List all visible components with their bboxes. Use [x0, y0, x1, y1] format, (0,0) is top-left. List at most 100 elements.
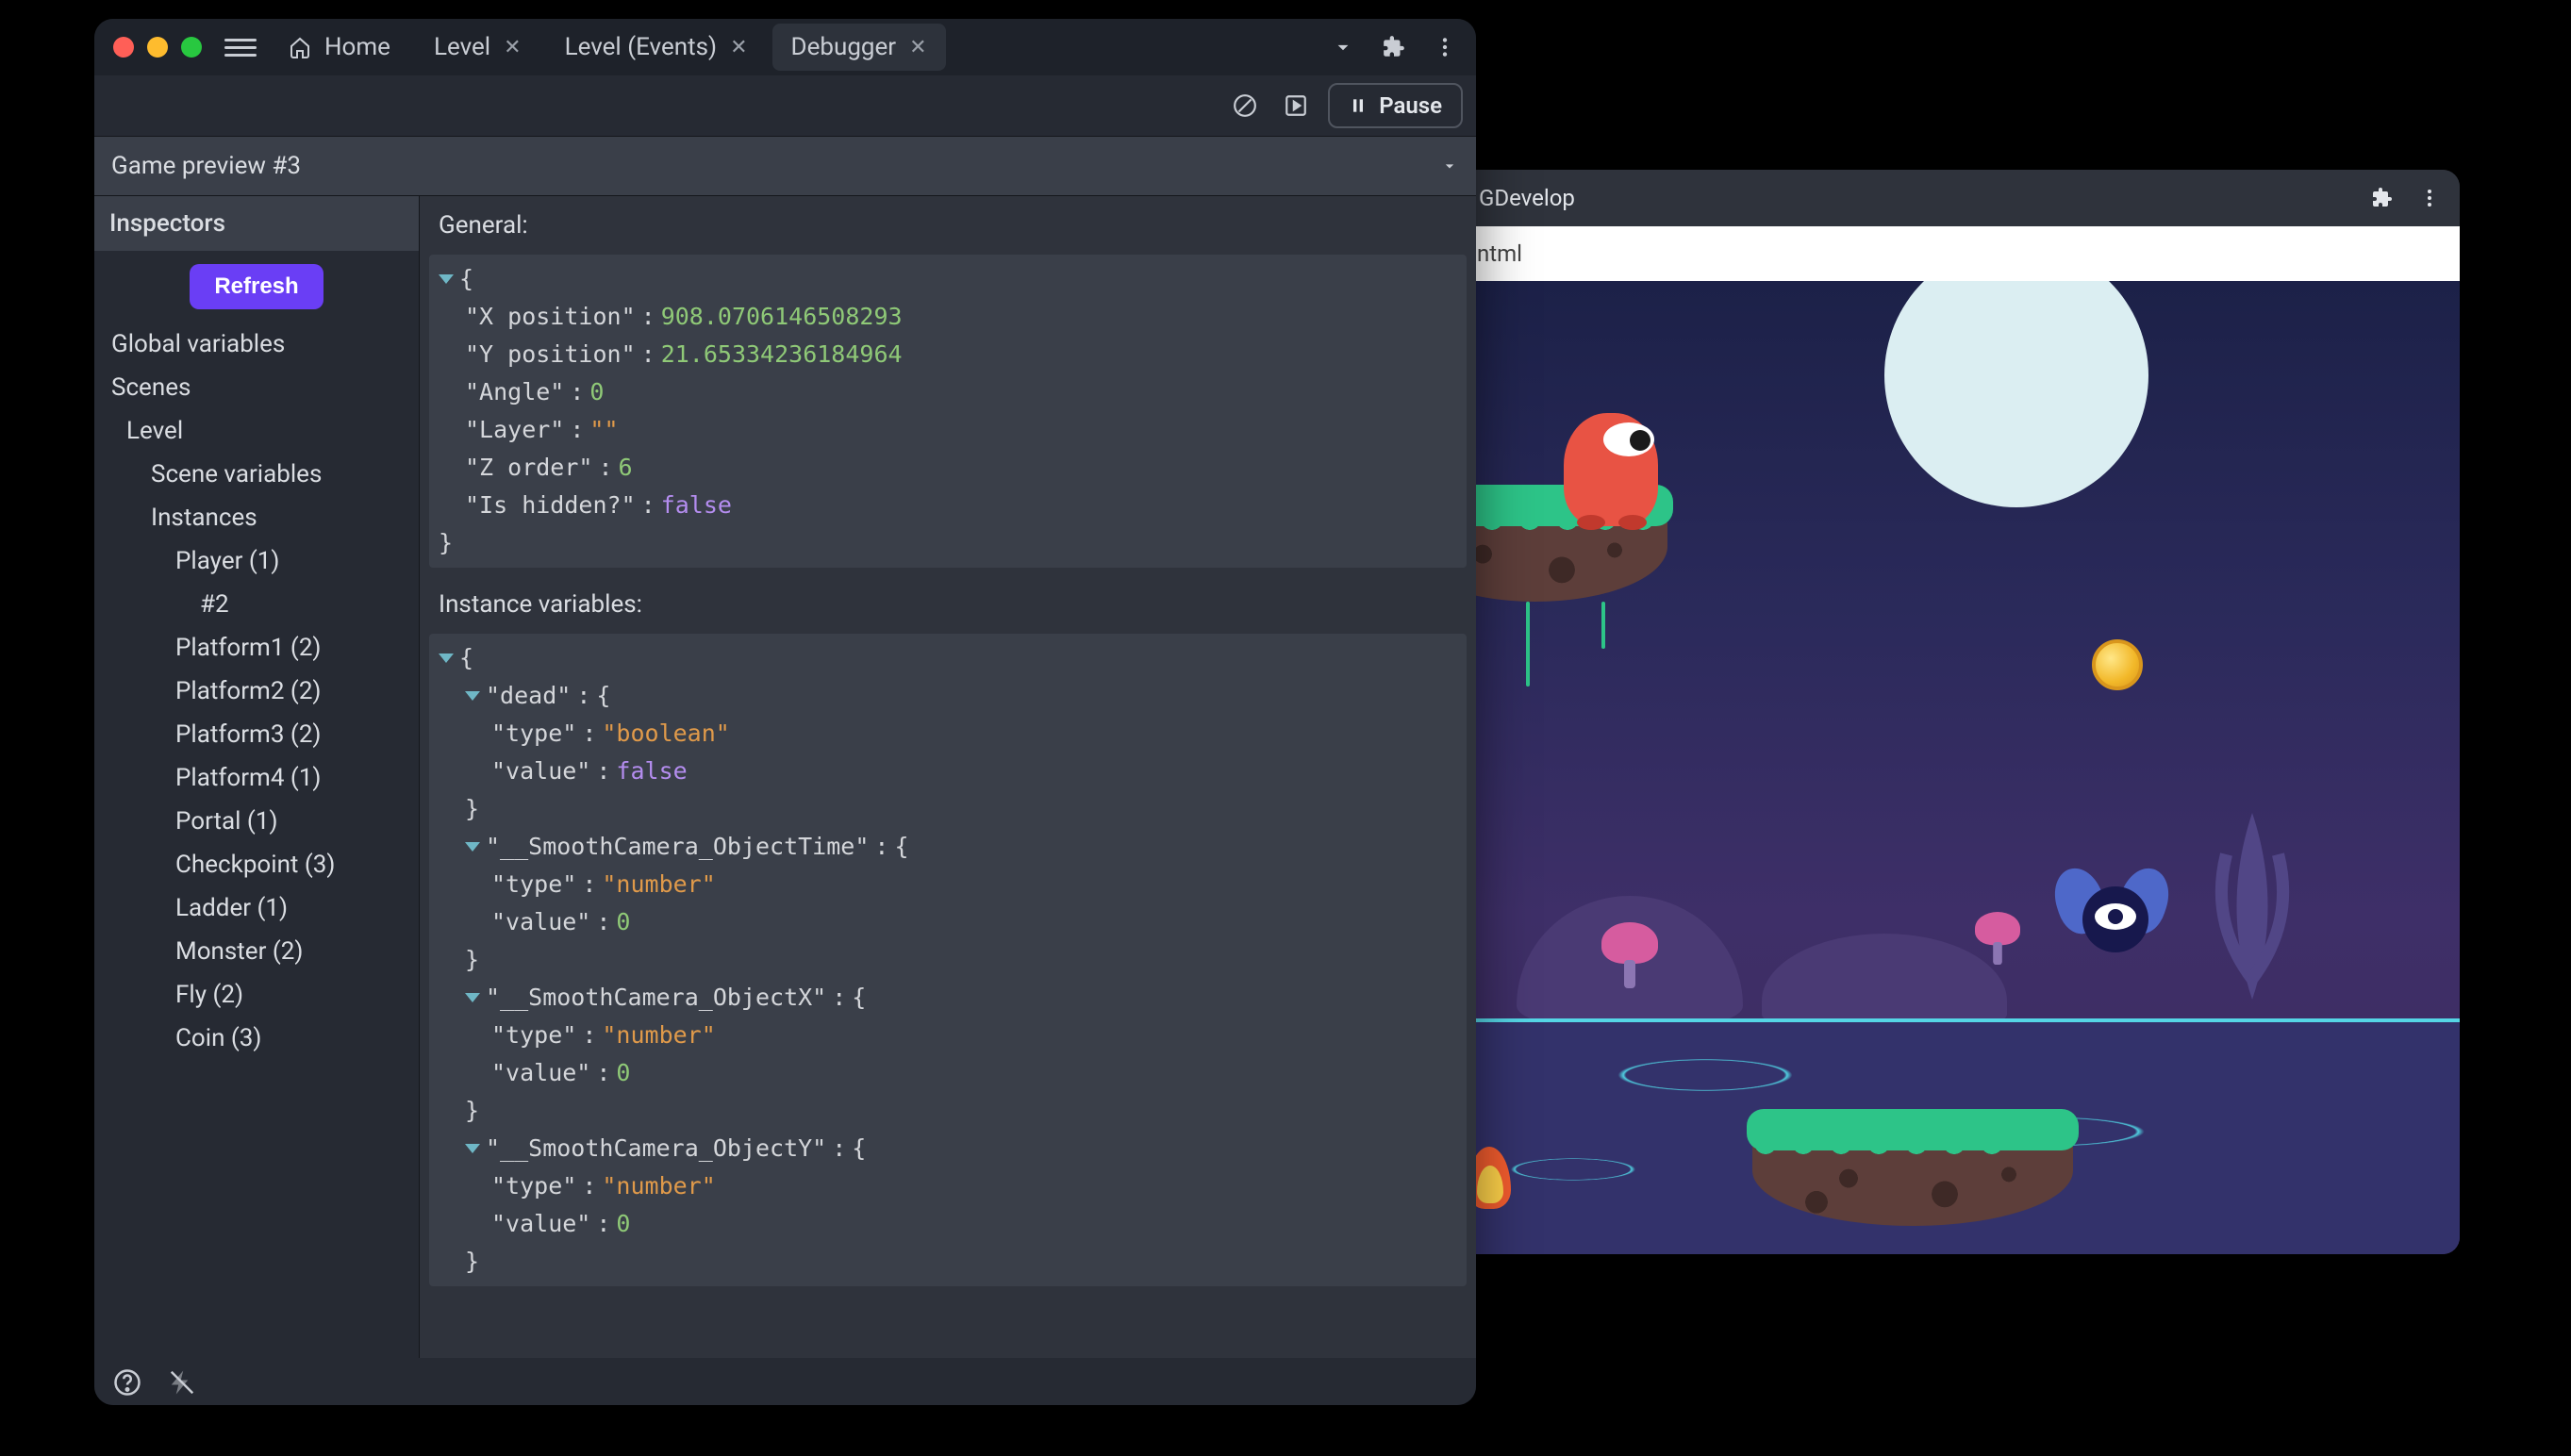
close-icon[interactable]: ✕	[730, 36, 747, 59]
json-key: "value"	[491, 903, 590, 941]
game-canvas[interactable]	[1460, 281, 2460, 1254]
tree-item[interactable]: Platform1 (2)	[100, 626, 413, 670]
caret-icon[interactable]	[465, 691, 480, 701]
json-key: "Z order"	[465, 449, 592, 487]
json-key: "__SmoothCamera_ObjectTime"	[486, 828, 869, 866]
url-bar[interactable]: ntml	[1460, 226, 2460, 281]
json-value[interactable]: ""	[589, 411, 618, 449]
json-value[interactable]: false	[661, 487, 732, 524]
tree-item[interactable]: Fly (2)	[100, 973, 413, 1017]
minimize-window-button[interactable]	[147, 37, 168, 58]
caret-icon[interactable]	[465, 842, 480, 852]
json-key: "value"	[491, 1054, 590, 1092]
step-button[interactable]	[1277, 87, 1315, 124]
tab-level-events[interactable]: Level (Events) ✕	[546, 24, 767, 71]
tab-debugger[interactable]: Debugger ✕	[772, 24, 946, 71]
tree-item[interactable]: Platform4 (1)	[100, 756, 413, 800]
close-window-button[interactable]	[113, 37, 134, 58]
json-key: "value"	[491, 753, 590, 790]
tab-level-events-label: Level (Events)	[565, 33, 718, 61]
fly-enemy-graphic	[2064, 877, 2167, 962]
tree-item[interactable]: Portal (1)	[100, 800, 413, 843]
json-value[interactable]: false	[616, 753, 687, 790]
plant-graphic	[2196, 792, 2309, 1000]
status-bar	[94, 1358, 1476, 1405]
tree-item[interactable]: Coin (3)	[100, 1017, 413, 1060]
play-frame-icon	[1284, 93, 1308, 118]
tree-item[interactable]: Monster (2)	[100, 930, 413, 973]
tree-global-variables[interactable]: Global variables	[100, 323, 413, 366]
json-value[interactable]: "number"	[602, 1167, 715, 1205]
general-label: General:	[420, 196, 1476, 255]
inspector-main: General: { "X position":908.070614650829…	[420, 196, 1476, 1358]
tree-scene-variables[interactable]: Scene variables	[100, 453, 413, 496]
flash-off-icon[interactable]	[168, 1368, 196, 1397]
json-value[interactable]: "boolean"	[602, 715, 729, 753]
json-value[interactable]: 0	[616, 1054, 630, 1092]
preview-selector[interactable]: Game preview #3	[94, 137, 1476, 196]
mushroom-graphic	[1975, 912, 2020, 965]
stop-button[interactable]	[1226, 87, 1264, 124]
tab-home[interactable]: Home	[270, 24, 409, 71]
moon-graphic	[1884, 281, 2148, 507]
pause-button[interactable]: Pause	[1328, 83, 1463, 128]
mountain-graphic	[1762, 934, 2007, 1028]
game-preview-window: GDevelop ntml	[1460, 170, 2460, 1254]
instance-vars-label: Instance variables:	[420, 575, 1476, 634]
tree-item[interactable]: Platform2 (2)	[100, 670, 413, 713]
json-key: "Angle"	[465, 373, 564, 411]
json-key: "value"	[491, 1205, 590, 1243]
extension-icon[interactable]	[1382, 35, 1406, 59]
home-icon	[289, 36, 311, 58]
general-block: { "X position":908.0706146508293 "Y posi…	[429, 255, 1467, 568]
tab-level[interactable]: Level ✕	[415, 24, 540, 71]
refresh-button[interactable]: Refresh	[190, 264, 323, 309]
close-icon[interactable]: ✕	[504, 36, 521, 59]
caret-icon[interactable]	[465, 1144, 480, 1153]
json-value[interactable]: 908.0706146508293	[661, 298, 903, 336]
tree-item[interactable]: Player (1)	[100, 539, 413, 583]
chevron-down-icon	[1440, 157, 1459, 175]
preview-selector-label: Game preview #3	[111, 152, 301, 180]
caret-icon[interactable]	[439, 654, 454, 663]
json-value[interactable]: "number"	[602, 1017, 715, 1054]
tab-home-label: Home	[324, 33, 390, 61]
extension-icon[interactable]	[2371, 187, 2394, 209]
workspace: Inspectors Refresh Global variables Scen…	[94, 196, 1476, 1358]
caret-icon[interactable]	[465, 993, 480, 1002]
json-value[interactable]: 6	[619, 449, 633, 487]
tree-scenes[interactable]: Scenes	[100, 366, 413, 409]
editor-window: Home Level ✕ Level (Events) ✕ Debugger ✕	[94, 19, 1476, 1405]
tree-instances[interactable]: Instances	[100, 496, 413, 539]
tree-item[interactable]: Checkpoint (3)	[100, 843, 413, 886]
json-value[interactable]: "number"	[602, 866, 715, 903]
stop-icon	[1233, 93, 1257, 118]
json-key: "__SmoothCamera_ObjectY"	[486, 1130, 826, 1167]
title-bar-actions	[1331, 35, 1457, 59]
caret-icon[interactable]	[439, 274, 454, 284]
mushroom-graphic	[1601, 922, 1658, 988]
tree-item[interactable]: #2	[100, 583, 413, 626]
json-value[interactable]: 0	[616, 1205, 630, 1243]
tree-item[interactable]: Platform3 (2)	[100, 713, 413, 756]
chevron-down-icon[interactable]	[1331, 35, 1355, 59]
menu-icon[interactable]	[224, 39, 257, 57]
json-key: "__SmoothCamera_ObjectX"	[486, 979, 826, 1017]
tree-item[interactable]: Ladder (1)	[100, 886, 413, 930]
json-value[interactable]: 21.65334236184964	[661, 336, 903, 373]
kebab-menu-icon[interactable]	[1433, 35, 1457, 59]
tab-level-label: Level	[434, 33, 490, 61]
json-value[interactable]: 0	[616, 903, 630, 941]
json-key: "type"	[491, 715, 576, 753]
help-icon[interactable]	[113, 1368, 141, 1397]
json-value[interactable]: 0	[589, 373, 604, 411]
json-key: "Y position"	[465, 336, 636, 373]
close-icon[interactable]: ✕	[909, 36, 926, 59]
game-window-title: GDevelop	[1479, 185, 1575, 211]
title-bar: Home Level ✕ Level (Events) ✕ Debugger ✕	[94, 19, 1476, 75]
maximize-window-button[interactable]	[181, 37, 202, 58]
kebab-menu-icon[interactable]	[2418, 187, 2441, 209]
json-key: "type"	[491, 1167, 576, 1205]
tree-level[interactable]: Level	[100, 409, 413, 453]
inspectors-title: Inspectors	[94, 196, 419, 251]
